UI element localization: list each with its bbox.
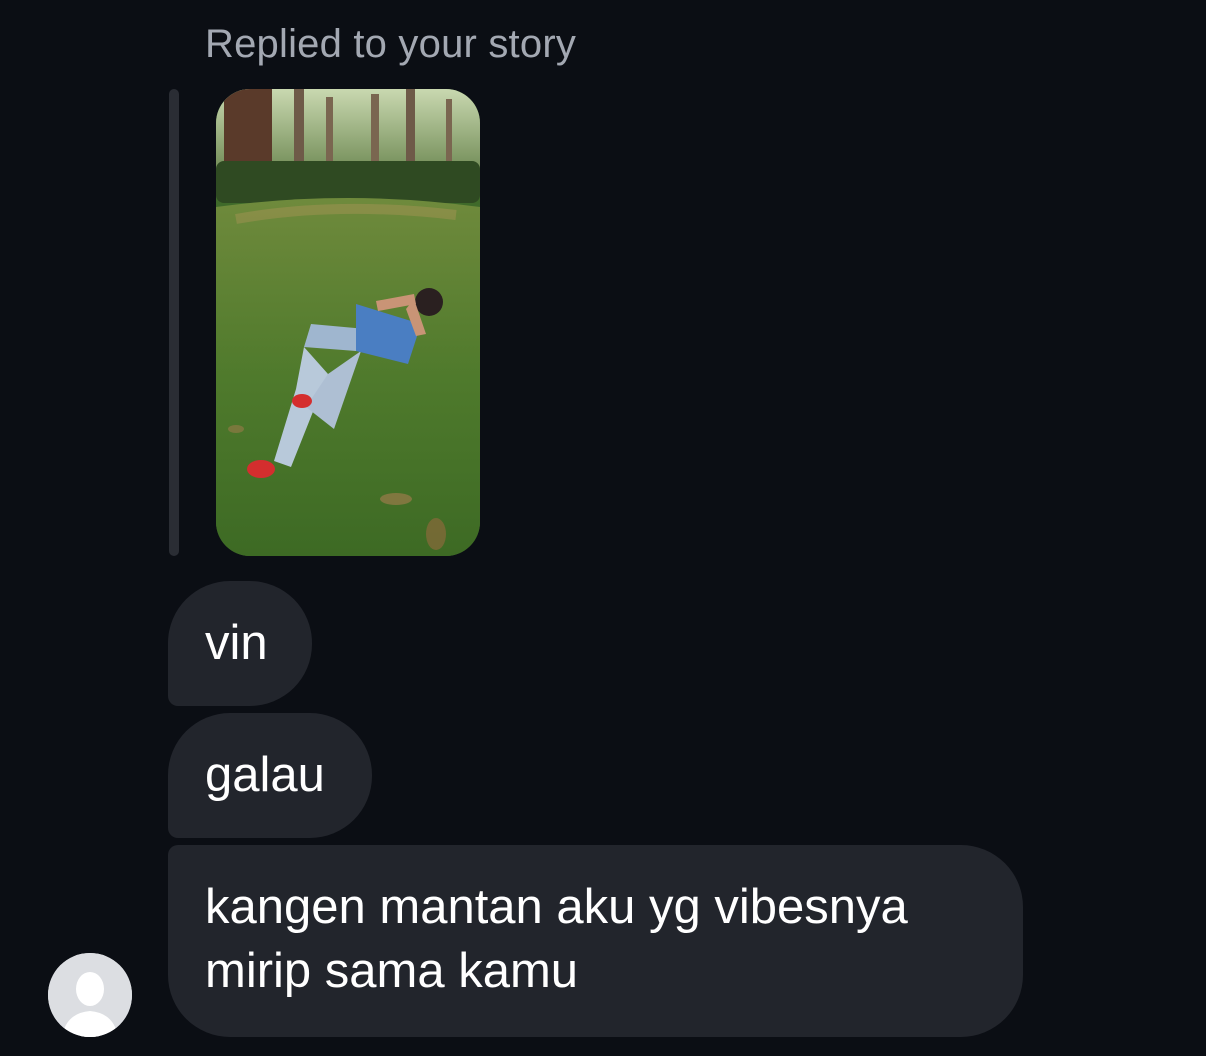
reply-label: Replied to your story [205, 22, 577, 66]
story-thumbnail[interactable] [216, 89, 480, 556]
message-bubble[interactable]: vin [168, 581, 312, 706]
message-bubble[interactable]: galau [168, 713, 372, 838]
sender-avatar[interactable] [48, 953, 132, 1037]
message-bubble[interactable]: kangen mantan aku yg vibesnya mirip sama… [168, 845, 1023, 1037]
default-user-silhouette-icon [48, 953, 132, 1037]
reply-quote-bar [169, 89, 179, 556]
